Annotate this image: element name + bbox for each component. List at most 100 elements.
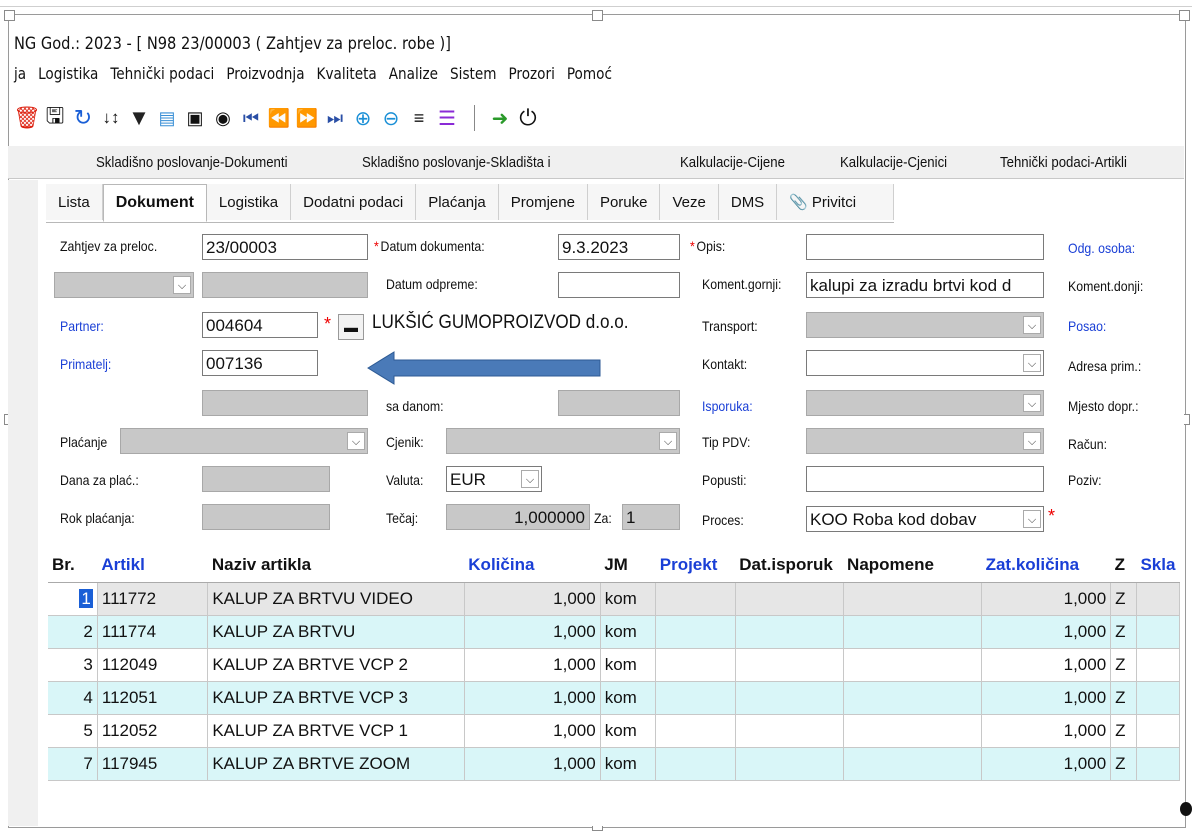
col-header-br[interactable]: Br.	[48, 548, 98, 583]
window-tab[interactable]: Kalkulacije-Cijene	[680, 154, 785, 171]
datum-odpreme-field[interactable]	[558, 272, 680, 298]
cell-artikl[interactable]: 111774	[97, 615, 209, 649]
tab-dms[interactable]: DMS	[718, 184, 778, 220]
cell-naziv[interactable]: KALUP ZA BRTVE VCP 2	[207, 648, 465, 682]
chevron-down-icon[interactable]: ⌵	[1023, 354, 1041, 372]
filter-icon[interactable]: ▼	[126, 104, 152, 132]
cell-empty[interactable]	[655, 747, 736, 781]
cell-empty[interactable]	[735, 681, 844, 715]
window-tab[interactable]: Tehnički podaci-Artikli	[1000, 154, 1127, 171]
cell-artikl[interactable]: 112051	[97, 681, 209, 715]
zahtjev-field[interactable]: 23/00003	[202, 234, 368, 260]
window-tab[interactable]: Skladišno poslovanje-Skladišta i	[362, 154, 551, 171]
cell-empty[interactable]	[735, 714, 844, 748]
koment-gornji-field[interactable]: kalupi za izradu brtvi kod d	[806, 272, 1044, 298]
cell-jm[interactable]: kom	[600, 582, 657, 616]
table-row[interactable]: 5 112052 KALUP ZA BRTVE VCP 1 1,000 kom 1,000…	[48, 714, 1181, 748]
cell-jm[interactable]: kom	[600, 648, 657, 682]
cell-empty[interactable]	[1136, 714, 1181, 748]
cell-empty[interactable]	[843, 648, 983, 682]
opis-field[interactable]	[806, 234, 1044, 260]
tab-promjene[interactable]: Promjene	[498, 184, 588, 220]
menu-item-kvaliteta[interactable]: Kvaliteta	[317, 64, 377, 83]
cell-kolicina[interactable]: 1,000	[464, 714, 601, 748]
cell-empty[interactable]	[655, 582, 736, 616]
cell-kolicina[interactable]: 1,000	[464, 681, 601, 715]
isporuka-select[interactable]: ⌵	[806, 390, 1044, 416]
cell-br[interactable]: 2	[48, 615, 98, 649]
cell-naziv[interactable]: KALUP ZA BRTVU VIDEO	[207, 582, 465, 616]
isporuka-label[interactable]: Isporuka:	[702, 398, 753, 414]
tab-privitci[interactable]: 📎 Privitci	[777, 184, 895, 220]
align-icon[interactable]: ≡	[406, 104, 432, 132]
table-row[interactable]: 1 111772 KALUP ZA BRTVU VIDEO 1,000 kom 1,000…	[48, 582, 1181, 616]
prev-icon[interactable]: ⏪	[266, 104, 292, 132]
cell-naziv[interactable]: KALUP ZA BRTVE ZOOM	[207, 747, 465, 781]
cell-artikl[interactable]: 112049	[97, 648, 209, 682]
cell-jm[interactable]: kom	[600, 747, 657, 781]
chevron-down-icon[interactable]: ⌵	[1023, 432, 1041, 450]
refresh-icon[interactable]: ↻	[70, 104, 96, 132]
cell-empty[interactable]	[655, 714, 736, 748]
cell-z[interactable]: Z	[1110, 714, 1137, 748]
chevron-down-icon[interactable]: ⌵	[1023, 510, 1041, 528]
cell-br[interactable]: 3	[48, 648, 98, 682]
cell-z[interactable]: Z	[1110, 747, 1137, 781]
tab-lista[interactable]: Lista	[46, 184, 103, 220]
cell-empty[interactable]	[735, 615, 844, 649]
dana-field[interactable]	[202, 466, 330, 492]
last-icon[interactable]: ⏭	[322, 104, 348, 132]
col-header-artikl[interactable]: Artikl	[97, 548, 208, 583]
resize-handle[interactable]	[4, 10, 15, 21]
transport-select[interactable]: ⌵	[806, 312, 1044, 338]
cell-naziv[interactable]: KALUP ZA BRTVU	[207, 615, 465, 649]
cell-z[interactable]: Z	[1110, 582, 1137, 616]
menu-item-tehnicki[interactable]: Tehnički podaci	[110, 64, 214, 83]
menu-item-proizvodnja[interactable]: Proizvodnja	[226, 64, 304, 83]
menu-item-logistika[interactable]: Logistika	[38, 64, 98, 83]
cell-br[interactable]: 1	[48, 582, 98, 616]
cell-naziv[interactable]: KALUP ZA BRTVE VCP 1	[207, 714, 465, 748]
primatelj-field[interactable]: 007136	[202, 350, 318, 376]
odg-osoba-label[interactable]: Odg. osoba:	[1068, 240, 1135, 256]
tab-poruke[interactable]: Poruke	[587, 184, 661, 220]
save-icon[interactable]: 🖫	[42, 103, 68, 132]
cjenik-select[interactable]: ⌵	[446, 428, 680, 454]
cell-kolicina[interactable]: 1,000	[464, 648, 601, 682]
cell-kolicina[interactable]: 1,000	[464, 615, 601, 649]
window-tab[interactable]: Kalkulacije-Cjenici	[840, 154, 947, 171]
tab-dodatni-podaci[interactable]: Dodatni podaci	[291, 184, 417, 220]
cell-z[interactable]: Z	[1110, 681, 1137, 715]
cell-zat[interactable]: 1,000	[981, 714, 1112, 748]
cell-zat[interactable]: 1,000	[981, 648, 1112, 682]
cell-empty[interactable]	[843, 582, 983, 616]
cell-empty[interactable]	[1136, 747, 1181, 781]
tecaj-field[interactable]: 1,000000	[446, 504, 590, 530]
list-icon[interactable]: ☰	[434, 104, 460, 132]
tab-dokument[interactable]: Dokument	[102, 184, 207, 222]
cell-empty[interactable]	[1136, 648, 1181, 682]
cell-artikl[interactable]: 112052	[97, 714, 209, 748]
cell-kolicina[interactable]: 1,000	[464, 747, 601, 781]
partner-label[interactable]: Partner:	[60, 318, 104, 334]
valuta-select[interactable]: EUR ⌵	[446, 466, 542, 492]
chevron-down-icon[interactable]: ⌵	[173, 276, 191, 294]
col-header-skladiste[interactable]: Skla	[1136, 548, 1180, 583]
delete-icon[interactable]: 🗑	[13, 104, 41, 132]
zoom-out-icon[interactable]: ⊖	[378, 104, 404, 132]
col-header-z[interactable]: Z	[1110, 548, 1137, 583]
cell-zat[interactable]: 1,000	[981, 582, 1112, 616]
cell-empty[interactable]	[843, 714, 983, 748]
cell-br[interactable]: 4	[48, 681, 98, 715]
cell-z[interactable]: Z	[1110, 648, 1137, 682]
window-tab[interactable]: Skladišno poslovanje-Dokumenti	[96, 154, 288, 171]
cell-empty[interactable]	[655, 615, 736, 649]
cell-zat[interactable]: 1,000	[981, 747, 1112, 781]
sa-danom-field[interactable]	[558, 390, 680, 416]
cell-artikl[interactable]: 117945	[97, 747, 209, 781]
partner-field[interactable]: 004604	[202, 312, 318, 338]
cell-empty[interactable]	[1136, 615, 1181, 649]
cell-empty[interactable]	[735, 648, 844, 682]
cell-empty[interactable]	[843, 681, 983, 715]
chevron-down-icon[interactable]: ⌵	[521, 470, 539, 488]
